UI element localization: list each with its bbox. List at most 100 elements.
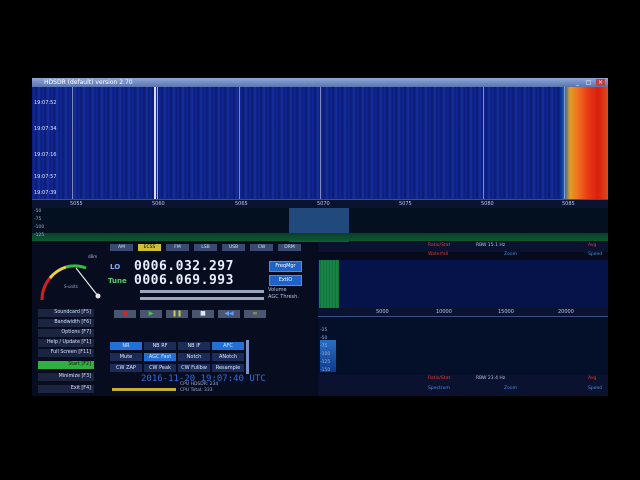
- freq-tick-label: 5075: [399, 201, 412, 207]
- record-button[interactable]: ●: [114, 310, 136, 318]
- freq-tick-label: 5055: [70, 201, 83, 207]
- lo-label: LO: [110, 263, 121, 271]
- spectrum-trace: [32, 233, 608, 241]
- loop-button[interactable]: ∞: [244, 310, 266, 318]
- zoom-waterfall-controls: Ratio/Stat RBW 15.1 Hz Avg: [318, 242, 608, 252]
- waterfall-marker: [483, 87, 484, 199]
- cw-peak-button[interactable]: CW Peak: [144, 364, 176, 372]
- mode-fm-button[interactable]: FM: [166, 244, 189, 251]
- options-button[interactable]: Options [F7]: [38, 329, 94, 337]
- cpu-hdsdr: CPU HDSDR: 234: [180, 382, 219, 387]
- agc-threshold-slider[interactable]: [140, 297, 264, 300]
- nr-button[interactable]: NR: [110, 342, 142, 350]
- freq-tick-label: 5080: [481, 201, 494, 207]
- resample-button[interactable]: Resample: [212, 364, 244, 372]
- mode-lsb-button[interactable]: LSB: [194, 244, 217, 251]
- agc-fast-button[interactable]: AGC Fast: [144, 353, 176, 361]
- zoom-label: Zoom: [504, 252, 517, 257]
- stop-button[interactable]: ■: [192, 310, 214, 318]
- waterfall-marker: [72, 87, 73, 199]
- waterfall-time: 19:07:52: [34, 100, 57, 106]
- waterfall-label: Waterfall: [428, 252, 449, 257]
- agc-threshold-label: AGC Thresh.: [268, 294, 299, 300]
- tune-label: Tune: [108, 277, 127, 285]
- start-button[interactable]: Start [F2]: [38, 361, 94, 369]
- freq-tick-label: 5060: [152, 201, 165, 207]
- volume-slider[interactable]: [140, 290, 264, 293]
- spectrum-label: Spectrum: [428, 386, 450, 391]
- ratio-stat-label: Ratio/Stat: [428, 243, 451, 248]
- zoom-db-label: -150: [320, 368, 331, 373]
- freqmgr-button[interactable]: FreqMgr: [269, 261, 302, 272]
- mute-button[interactable]: Mute: [110, 353, 142, 361]
- zoom-db-label: -25: [320, 328, 328, 333]
- squelch-slider[interactable]: [246, 340, 249, 374]
- notch-button[interactable]: Notch: [178, 353, 210, 361]
- zoom-spectrum[interactable]: [318, 316, 608, 373]
- nb-rf-button[interactable]: NB RF: [144, 342, 176, 350]
- hdsdr-window: HDSDR (default) version 2.70 _ □ × 19:07…: [32, 78, 608, 396]
- maximize-window-button[interactable]: □: [584, 79, 593, 86]
- zoom-db-label: -75: [320, 344, 328, 349]
- mode-drm-button[interactable]: DRM: [278, 244, 301, 251]
- rbw-display: RBW 23.4 Hz: [476, 376, 506, 381]
- freq-tick-label: 5065: [235, 201, 248, 207]
- zoom-waterfall[interactable]: [318, 260, 608, 308]
- rbw-display: RBW 15.1 Hz: [476, 243, 506, 248]
- nb-if-button[interactable]: NB IF: [178, 342, 210, 350]
- zoom-waterfall-signal: [319, 260, 339, 308]
- waterfall-signal-line: [157, 87, 158, 199]
- cw-zap-button[interactable]: CW ZAP: [110, 364, 142, 372]
- meter-scale-label: S-units: [64, 284, 78, 289]
- zoom-label: Zoom: [504, 386, 517, 391]
- waterfall-time: 19:07:39: [34, 190, 57, 196]
- cw-fullbw-button[interactable]: CW Fullbw: [178, 364, 210, 372]
- db-label: -50: [34, 209, 42, 214]
- speed-label: Speed: [588, 386, 603, 391]
- title-bar: HDSDR (default) version 2.70 _ □ ×: [32, 78, 608, 87]
- exit-button[interactable]: Exit [F4]: [38, 385, 94, 393]
- zoom-frequency-axis: 5000 10000 15000 20000: [318, 308, 608, 316]
- s-meter: S-units dBm: [40, 254, 101, 301]
- afc-button[interactable]: AFC: [212, 342, 244, 350]
- zoom-spectrum-controls: Ratio/Stat RBW 23.4 Hz Avg Spectrum Zoom…: [318, 374, 608, 396]
- waterfall-time: 19:07:16: [34, 152, 57, 158]
- avg-label: Avg: [588, 376, 597, 381]
- window-title: HDSDR (default) version 2.70: [44, 79, 133, 86]
- waterfall-time: 19:07:34: [34, 126, 57, 132]
- waterfall-marker: [564, 87, 565, 199]
- pause-button[interactable]: ❚❚: [166, 310, 188, 318]
- help-update-button[interactable]: Help / Update [F1]: [38, 339, 94, 347]
- db-label: -100: [34, 225, 45, 230]
- waterfall-marker: [239, 87, 240, 199]
- waterfall-signal-line: [154, 87, 156, 199]
- anotch-button[interactable]: ANotch: [212, 353, 244, 361]
- mode-cw-button[interactable]: CW: [250, 244, 273, 251]
- minimize-button[interactable]: Minimize [F3]: [38, 373, 94, 381]
- lo-frequency[interactable]: 0006.032.297: [134, 259, 234, 274]
- zoom-freq-label: 5000: [376, 309, 389, 315]
- freq-tick-label: 5085: [562, 201, 575, 207]
- full-screen-button[interactable]: Full Screen [F11]: [38, 349, 94, 357]
- avg-label: Avg: [588, 243, 597, 248]
- bandwidth-button[interactable]: Bandwidth [F6]: [38, 319, 94, 327]
- tune-frequency[interactable]: 0006.069.993: [134, 273, 234, 288]
- mode-ecss-button[interactable]: ECSS: [138, 244, 161, 251]
- cpu-load-bar: [112, 388, 176, 391]
- waterfall-marker: [320, 87, 321, 199]
- zoom-freq-label: 15000: [498, 309, 514, 315]
- zoom-db-label: -50: [320, 336, 328, 341]
- db-label: -125: [34, 233, 45, 238]
- extio-button[interactable]: ExtIO: [269, 275, 302, 286]
- meter-scale-label: dBm: [88, 254, 97, 259]
- zoom-db-label: -125: [320, 360, 331, 365]
- mode-am-button[interactable]: AM: [110, 244, 133, 251]
- rewind-button[interactable]: ◀◀: [218, 310, 240, 318]
- close-window-button[interactable]: ×: [596, 79, 605, 86]
- cpu-total: CPU Total: 333: [180, 388, 213, 393]
- mode-usb-button[interactable]: USB: [222, 244, 245, 251]
- play-button[interactable]: ▶: [140, 310, 162, 318]
- soundcard-button[interactable]: Soundcard [F5]: [38, 309, 94, 317]
- volume-label: Volume: [268, 287, 287, 293]
- minimize-window-button[interactable]: _: [573, 79, 582, 86]
